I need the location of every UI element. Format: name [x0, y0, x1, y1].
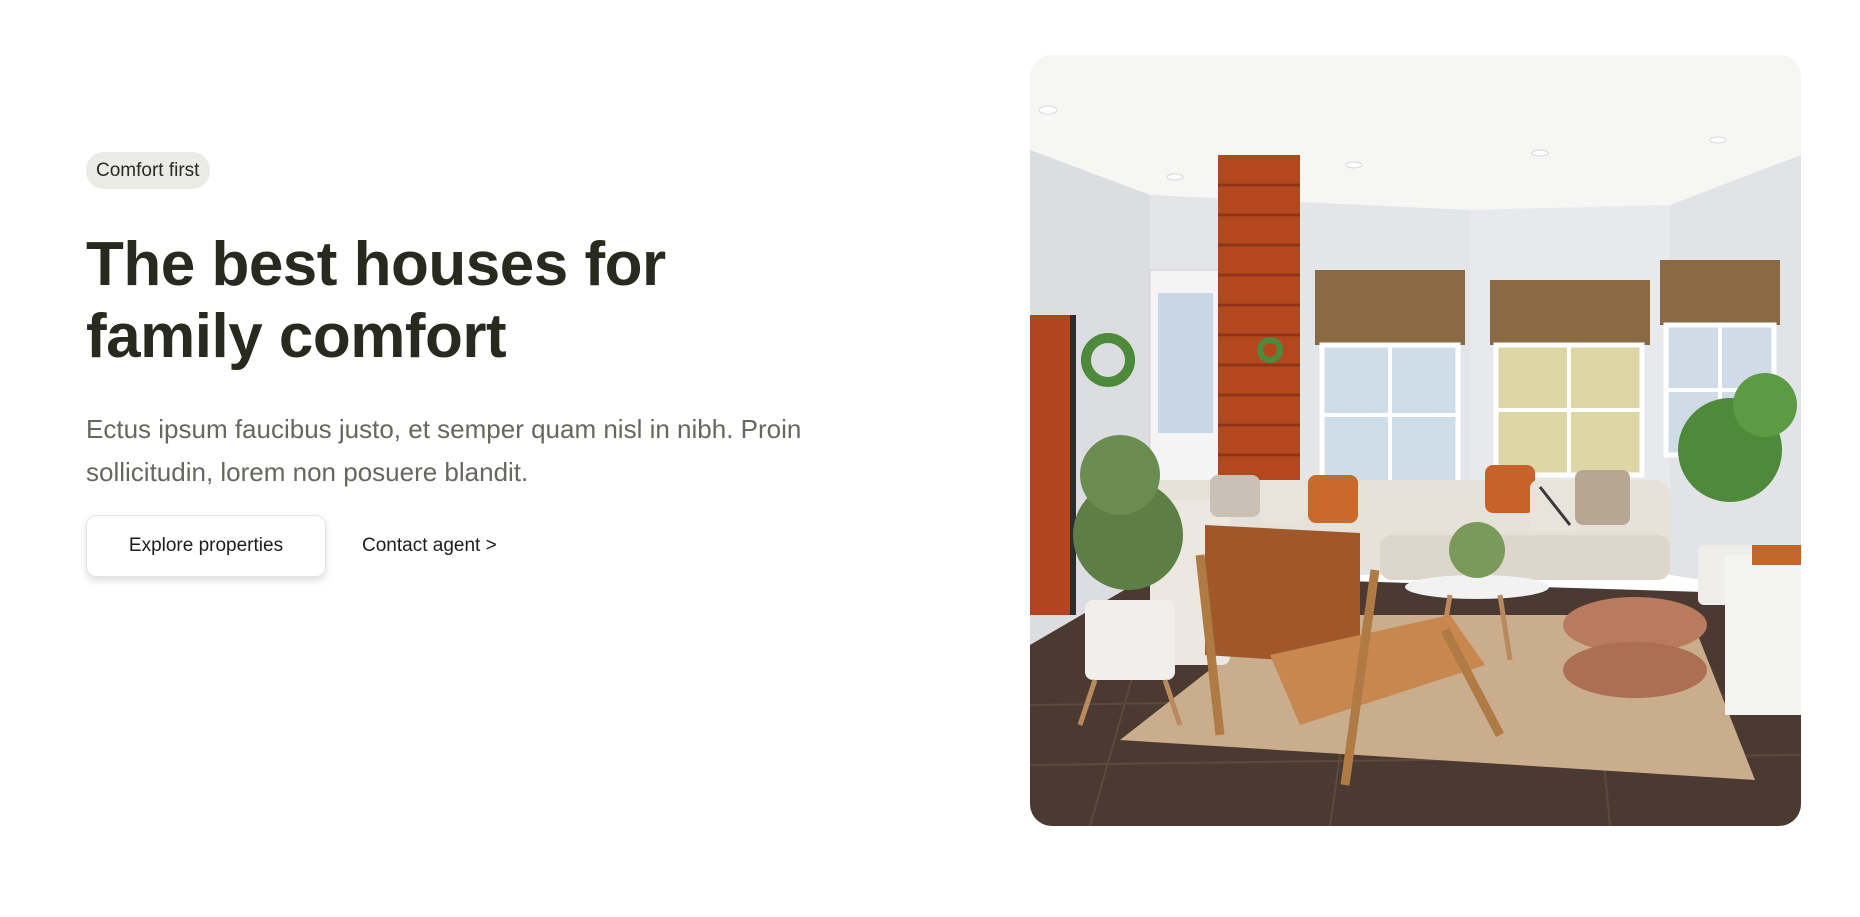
cta-row: Explore properties Contact agent > [86, 515, 986, 577]
explore-properties-button[interactable]: Explore properties [86, 515, 326, 577]
contact-agent-link[interactable]: Contact agent > [362, 535, 497, 557]
hero-text-block: Comfort first The best houses for family… [86, 152, 986, 577]
hero-badge: Comfort first [86, 152, 211, 189]
hero-section: Comfort first The best houses for family… [0, 0, 1860, 917]
hero-description: Ectus ipsum faucibus justo, et semper qu… [86, 414, 802, 487]
living-room-photo [1030, 55, 1801, 826]
hero-title: The best houses for family comfort [86, 230, 666, 371]
